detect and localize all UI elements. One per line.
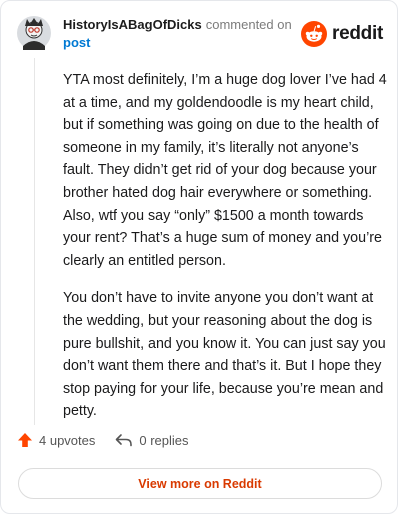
commented-on-label: commented on: [205, 17, 292, 32]
upvote-count: 4 upvotes: [39, 432, 96, 448]
comment-paragraph: YTA most definitely, I’m a huge dog love…: [63, 72, 387, 269]
username-link[interactable]: HistoryIsABagOfDicks: [63, 17, 202, 32]
comment-actions: 4 upvotes 0 replies: [17, 432, 189, 448]
user-avatar[interactable]: [17, 16, 51, 50]
reply-count: 0 replies: [139, 432, 189, 448]
post-link[interactable]: post: [63, 34, 292, 52]
reddit-logo[interactable]: reddit: [301, 21, 383, 47]
reply-action[interactable]: 0 replies: [115, 432, 189, 448]
comment-paragraph: You don’t have to invite anyone you don’…: [63, 290, 386, 420]
thread-line: [34, 58, 35, 425]
reply-icon: [116, 434, 133, 447]
upvote-arrow-icon[interactable]: [17, 432, 33, 448]
comment-header: HistoryIsABagOfDicks commented on post: [63, 16, 292, 52]
avatar-icon: [17, 16, 51, 50]
reddit-wordmark: reddit: [332, 23, 383, 44]
upvote-action[interactable]: 4 upvotes: [17, 432, 95, 448]
reddit-snoo-icon: [301, 21, 328, 47]
comment-embed-card: HistoryIsABagOfDicks commented on post re…: [0, 0, 398, 514]
view-more-button[interactable]: View more on Reddit: [18, 468, 382, 499]
comment-body: YTA most definitely, I’m a huge dog love…: [63, 69, 389, 438]
